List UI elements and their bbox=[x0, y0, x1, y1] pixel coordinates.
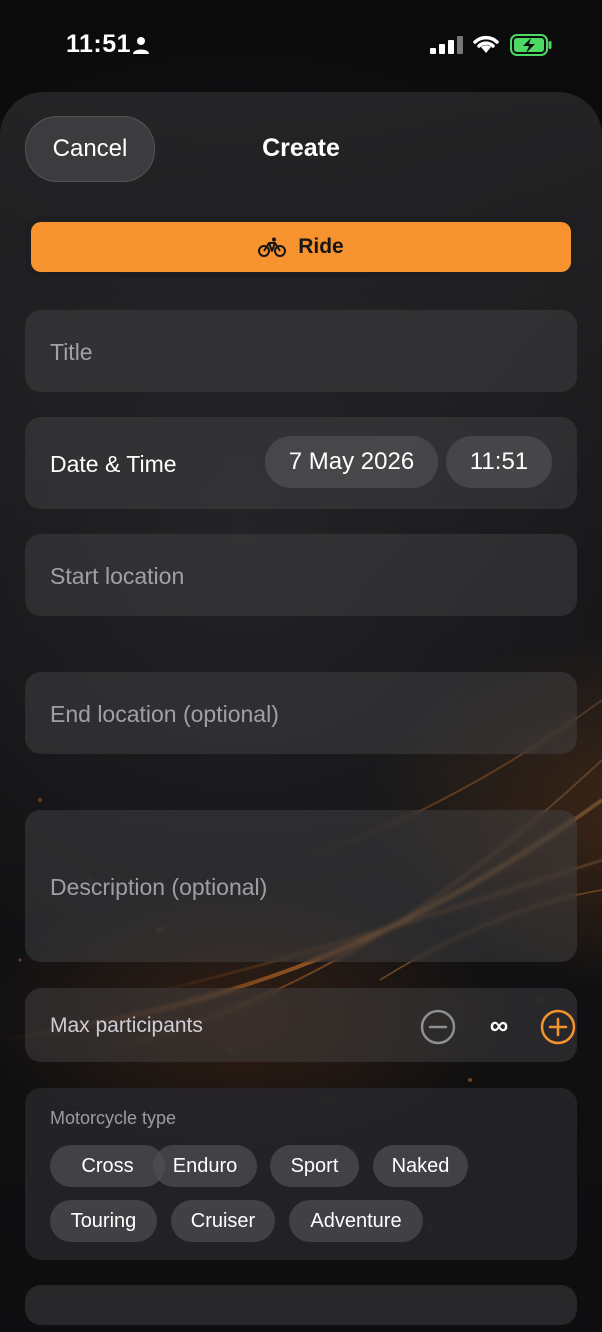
time-picker-button[interactable]: 11:51 bbox=[446, 436, 552, 488]
chip-touring[interactable]: Touring bbox=[50, 1200, 157, 1242]
title-placeholder: Title bbox=[50, 339, 93, 365]
ride-segment-button[interactable]: Ride bbox=[31, 222, 571, 272]
ride-label: Ride bbox=[298, 235, 344, 258]
max-participants-row: Max participants ∞ bbox=[25, 988, 577, 1062]
start-location-field[interactable]: Start location bbox=[25, 534, 577, 616]
motorcycle-type-label: Motorcycle type bbox=[50, 1108, 177, 1128]
bicycle-icon bbox=[258, 237, 287, 257]
description-placeholder: Description (optional) bbox=[50, 874, 268, 900]
battery-charging-icon bbox=[510, 34, 552, 56]
plus-circle-icon[interactable] bbox=[540, 1009, 576, 1045]
status-time: 11:51 bbox=[66, 30, 132, 58]
page-title: Create bbox=[262, 134, 340, 162]
activity-type-selector: Ride bbox=[25, 216, 577, 278]
wifi-icon bbox=[473, 35, 499, 53]
end-location-field[interactable]: End location (optional) bbox=[25, 672, 577, 754]
cellular-signal-icon bbox=[430, 36, 463, 54]
datetime-row: Date & Time 7 May 2026 11:51 bbox=[25, 417, 577, 509]
title-field[interactable]: Title bbox=[25, 310, 577, 392]
chip-naked[interactable]: Naked bbox=[373, 1145, 468, 1187]
max-participants-value: ∞ bbox=[489, 1010, 509, 1040]
status-bar: 11:51 bbox=[0, 28, 602, 62]
chip-adventure[interactable]: Adventure bbox=[289, 1200, 423, 1242]
chip-sport[interactable]: Sport bbox=[270, 1145, 359, 1187]
date-picker-button[interactable]: 7 May 2026 bbox=[265, 436, 438, 488]
motorcycle-type-section: Motorcycle type Cross Enduro Sport Naked… bbox=[25, 1088, 577, 1260]
datetime-label: Date & Time bbox=[50, 451, 177, 477]
chip-cross[interactable]: Cross bbox=[50, 1145, 165, 1187]
start-location-placeholder: Start location bbox=[50, 563, 185, 589]
max-participants-label: Max participants bbox=[50, 1014, 203, 1037]
minus-circle-icon[interactable] bbox=[420, 1009, 456, 1045]
description-field[interactable]: Description (optional) bbox=[25, 810, 577, 962]
chip-enduro[interactable]: Enduro bbox=[153, 1145, 257, 1187]
next-section-card bbox=[25, 1285, 577, 1325]
chip-cruiser[interactable]: Cruiser bbox=[171, 1200, 275, 1242]
end-location-placeholder: End location (optional) bbox=[50, 701, 279, 727]
person-icon bbox=[133, 37, 149, 54]
